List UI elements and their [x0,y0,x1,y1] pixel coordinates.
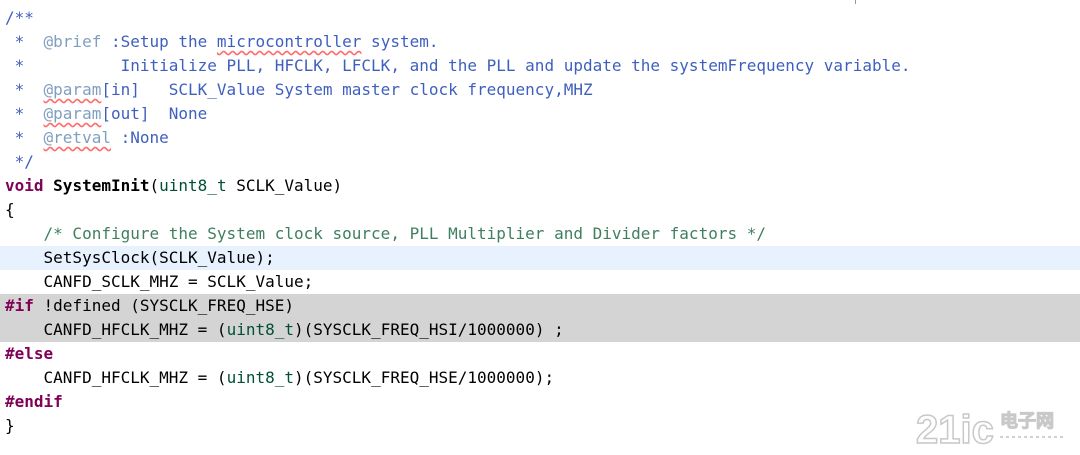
code-editor[interactable]: /** * @brief :Setup the microcontroller … [0,0,1080,455]
code-line-text: CANFD_HFCLK_MHZ = (uint8_t)(SYSCLK_FREQ_… [5,318,564,342]
code-token: #endif [5,392,63,411]
code-line[interactable]: CANFD_HFCLK_MHZ = (uint8_t)(SYSCLK_FREQ_… [0,366,1080,390]
code-token: * [5,128,44,147]
ruler-mark [845,0,856,4]
code-token: microcontroller [216,32,362,51]
code-line-text: /* Configure the System clock source, PL… [5,222,766,246]
code-line-text: #if !defined (SYSCLK_FREQ_HSE) [5,294,294,318]
code-token: * [5,32,44,51]
code-token: uint8_t [226,368,294,387]
code-line[interactable]: #else [0,342,1080,366]
code-token: @retval [43,128,111,147]
code-line[interactable]: /** [0,6,1080,30]
code-line[interactable]: * Initialize PLL, HFCLK, LFCLK, and the … [0,54,1080,78]
code-line-text: void SystemInit(uint8_t SCLK_Value) [5,174,342,198]
code-line-text: */ [5,150,34,174]
code-line-text: * @param[in] SCLK_Value System master cl… [5,78,593,102]
code-token: !defined (SYSCLK_FREQ_HSE) [33,296,294,315]
code-line-text: { [5,198,15,222]
code-token: SystemInit [53,176,150,195]
code-line[interactable]: CANFD_SCLK_MHZ = SCLK_Value; [0,270,1080,294]
code-line[interactable]: * @retval :None [0,126,1080,150]
code-line-text: CANFD_SCLK_MHZ = SCLK_Value; [5,270,314,294]
code-line-text: } [5,414,15,438]
code-token: SCLK_Value) [226,176,343,195]
code-token: )(SYSCLK_FREQ_HSI/1000000) ; [294,320,564,339]
code-line[interactable]: * @brief :Setup the microcontroller syst… [0,30,1080,54]
code-token: :Setup the [101,32,217,51]
code-token: /* Configure the System clock source, PL… [5,224,766,243]
code-token: system. [361,32,439,51]
code-line[interactable]: } [0,414,1080,438]
code-token: CANFD_SCLK_MHZ = SCLK_Value; [5,272,314,291]
code-line[interactable]: CANFD_HFCLK_MHZ = (uint8_t)(SYSCLK_FREQ_… [0,318,1080,342]
code-line[interactable]: /* Configure the System clock source, PL… [0,222,1080,246]
code-token: @brief [43,32,102,51]
code-line-text: * Initialize PLL, HFCLK, LFCLK, and the … [5,54,911,78]
code-token: CANFD_HFCLK_MHZ = ( [5,368,227,387]
code-token: { [5,200,15,219]
code-line[interactable]: * @param[out] None [0,102,1080,126]
code-token: * [5,104,44,123]
code-token: ( [149,176,160,195]
code-line-text: /** [5,6,34,30]
code-line-text: #else [5,342,53,366]
code-token: CANFD_HFCLK_MHZ = ( [5,320,227,339]
code-line[interactable]: void SystemInit(uint8_t SCLK_Value) [0,174,1080,198]
code-token: [out] None [101,104,208,123]
code-line[interactable]: #if !defined (SYSCLK_FREQ_HSE) [0,294,1080,318]
code-line-text: CANFD_HFCLK_MHZ = (uint8_t)(SYSCLK_FREQ_… [5,366,555,390]
code-token: #else [5,344,54,363]
code-line-text: * @retval :None [5,126,169,150]
code-token: */ [5,152,34,171]
code-token: )(SYSCLK_FREQ_HSE/1000000); [294,368,555,387]
code-line[interactable]: { [0,198,1080,222]
code-token: } [5,416,15,435]
code-token: SetSysClock(SCLK_Value); [5,248,275,267]
code-token: void [5,176,44,195]
code-line-text: * @brief :Setup the microcontroller syst… [5,30,439,54]
code-line[interactable]: * @param[in] SCLK_Value System master cl… [0,78,1080,102]
code-line-text: #endif [5,390,63,414]
code-token: uint8_t [226,320,294,339]
code-token: @param [43,80,102,99]
code-token: [in] SCLK_Value System master clock freq… [101,80,593,99]
code-line-text: * @param[out] None [5,102,208,126]
code-token: * Initialize PLL, HFCLK, LFCLK, and the … [5,56,911,75]
code-line[interactable]: SetSysClock(SCLK_Value); [0,246,1080,270]
code-token: @param [43,104,102,123]
code-line-text: SetSysClock(SCLK_Value); [5,246,275,270]
code-token: uint8_t [159,176,227,195]
code-line[interactable]: */ [0,150,1080,174]
code-token: /** [5,8,34,27]
code-token: * [5,80,44,99]
code-line[interactable]: #endif [0,390,1080,414]
code-token: #if [5,296,34,315]
code-token: :None [110,128,169,147]
